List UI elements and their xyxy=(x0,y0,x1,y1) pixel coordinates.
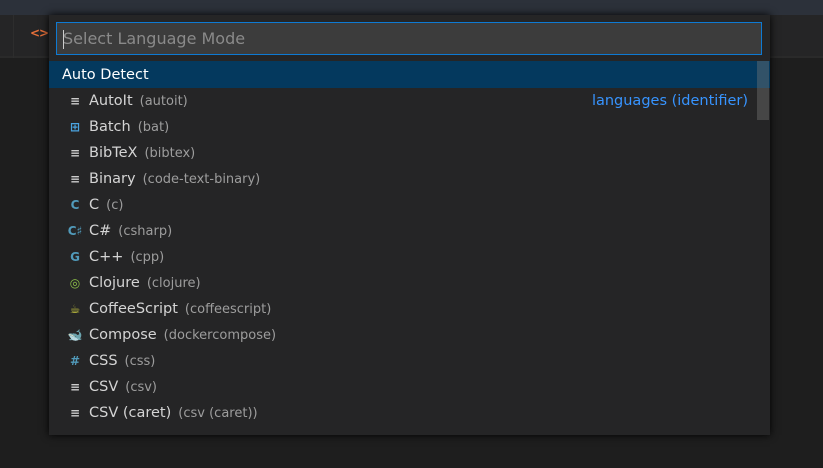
list-item-label: AutoIt xyxy=(89,93,133,109)
file-text-icon: ≡ xyxy=(69,172,81,186)
list-item[interactable]: ≡ CSV (caret) (csv (caret)) xyxy=(49,400,770,426)
list-item-id: (autoit) xyxy=(139,93,188,109)
docker-icon: 🐋 xyxy=(67,328,83,342)
list-item-id: (csv) xyxy=(125,379,158,395)
list-item[interactable]: ≡ CSV (csv) xyxy=(49,374,770,400)
list-item-id: (dockercompose) xyxy=(163,327,277,343)
list-item[interactable]: ◎ Clojure (clojure) xyxy=(49,270,770,296)
list-item[interactable]: C C (c) xyxy=(49,192,770,218)
list-item-label: Binary xyxy=(89,171,136,187)
language-mode-input[interactable]: Select Language Mode xyxy=(56,22,762,55)
list-item-label: CoffeeScript xyxy=(89,301,178,317)
scrollbar[interactable] xyxy=(757,61,769,120)
list-item-label: CSV (caret) xyxy=(89,405,172,421)
list-item-id: (cpp) xyxy=(130,249,165,265)
divider xyxy=(13,15,14,58)
code-icon[interactable]: <> xyxy=(30,26,49,40)
list-item[interactable]: G C++ (cpp) xyxy=(49,244,770,270)
list-item[interactable]: # CSS (css) xyxy=(49,348,770,374)
list-item-id: (clojure) xyxy=(146,275,201,291)
list-item-label: C xyxy=(89,197,100,213)
quick-pick: Select Language Mode Auto Detect ≡ AutoIt… xyxy=(49,15,770,435)
cpp-icon: G xyxy=(70,250,80,264)
list-item-id: (code-text-binary) xyxy=(142,171,261,187)
list-item[interactable]: 🐋 Compose (dockercompose) xyxy=(49,322,770,348)
list-item-id: (css) xyxy=(124,353,156,369)
list-item[interactable]: ≡ Binary (code-text-binary) xyxy=(49,166,770,192)
list-item-label: Clojure xyxy=(89,275,140,291)
list-item-label: Compose xyxy=(89,327,157,343)
title-bar xyxy=(0,0,823,15)
list-item-id: (csharp) xyxy=(118,223,173,239)
list-item-id: (c) xyxy=(106,197,124,213)
list-item-id: (coffeescript) xyxy=(184,301,272,317)
list-item-detail: languages (identifier) xyxy=(591,93,748,109)
list-item-id: (bibtex) xyxy=(144,145,196,161)
file-text-icon: ≡ xyxy=(69,406,81,420)
language-list: Auto Detect ≡ AutoIt (autoit) languages (id… xyxy=(49,61,770,426)
list-item[interactable]: C♯ C# (csharp) xyxy=(49,218,770,244)
list-item-auto-detect[interactable]: Auto Detect xyxy=(49,61,770,88)
list-item[interactable]: ≡ BibTeX (bibtex) xyxy=(49,140,770,166)
list-item-label: BibTeX xyxy=(89,145,138,161)
c-icon: C xyxy=(70,198,80,212)
clojure-icon: ◎ xyxy=(69,276,81,290)
list-item[interactable]: ≡ AutoIt (autoit) languages (identifier) xyxy=(49,88,770,114)
list-item-label: CSS xyxy=(89,353,118,369)
hash-icon: # xyxy=(69,354,81,368)
csharp-icon: C♯ xyxy=(67,224,83,238)
list-item-id: (bat) xyxy=(137,119,170,135)
file-text-icon: ≡ xyxy=(69,94,81,108)
list-item[interactable]: ⊞ Batch (bat) xyxy=(49,114,770,140)
coffee-icon: ☕ xyxy=(69,302,81,316)
file-text-icon: ≡ xyxy=(69,146,81,160)
list-item-label: C# xyxy=(89,223,112,239)
list-item[interactable]: ☕ CoffeeScript (coffeescript) xyxy=(49,296,770,322)
list-item-label: CSV xyxy=(89,379,119,395)
list-item-id: (csv (caret)) xyxy=(178,405,258,421)
list-item-label: Batch xyxy=(89,119,131,135)
windows-icon: ⊞ xyxy=(69,120,81,134)
file-text-icon: ≡ xyxy=(69,380,81,394)
list-item-label: C++ xyxy=(89,249,124,265)
list-item-label: Auto Detect xyxy=(62,66,149,83)
